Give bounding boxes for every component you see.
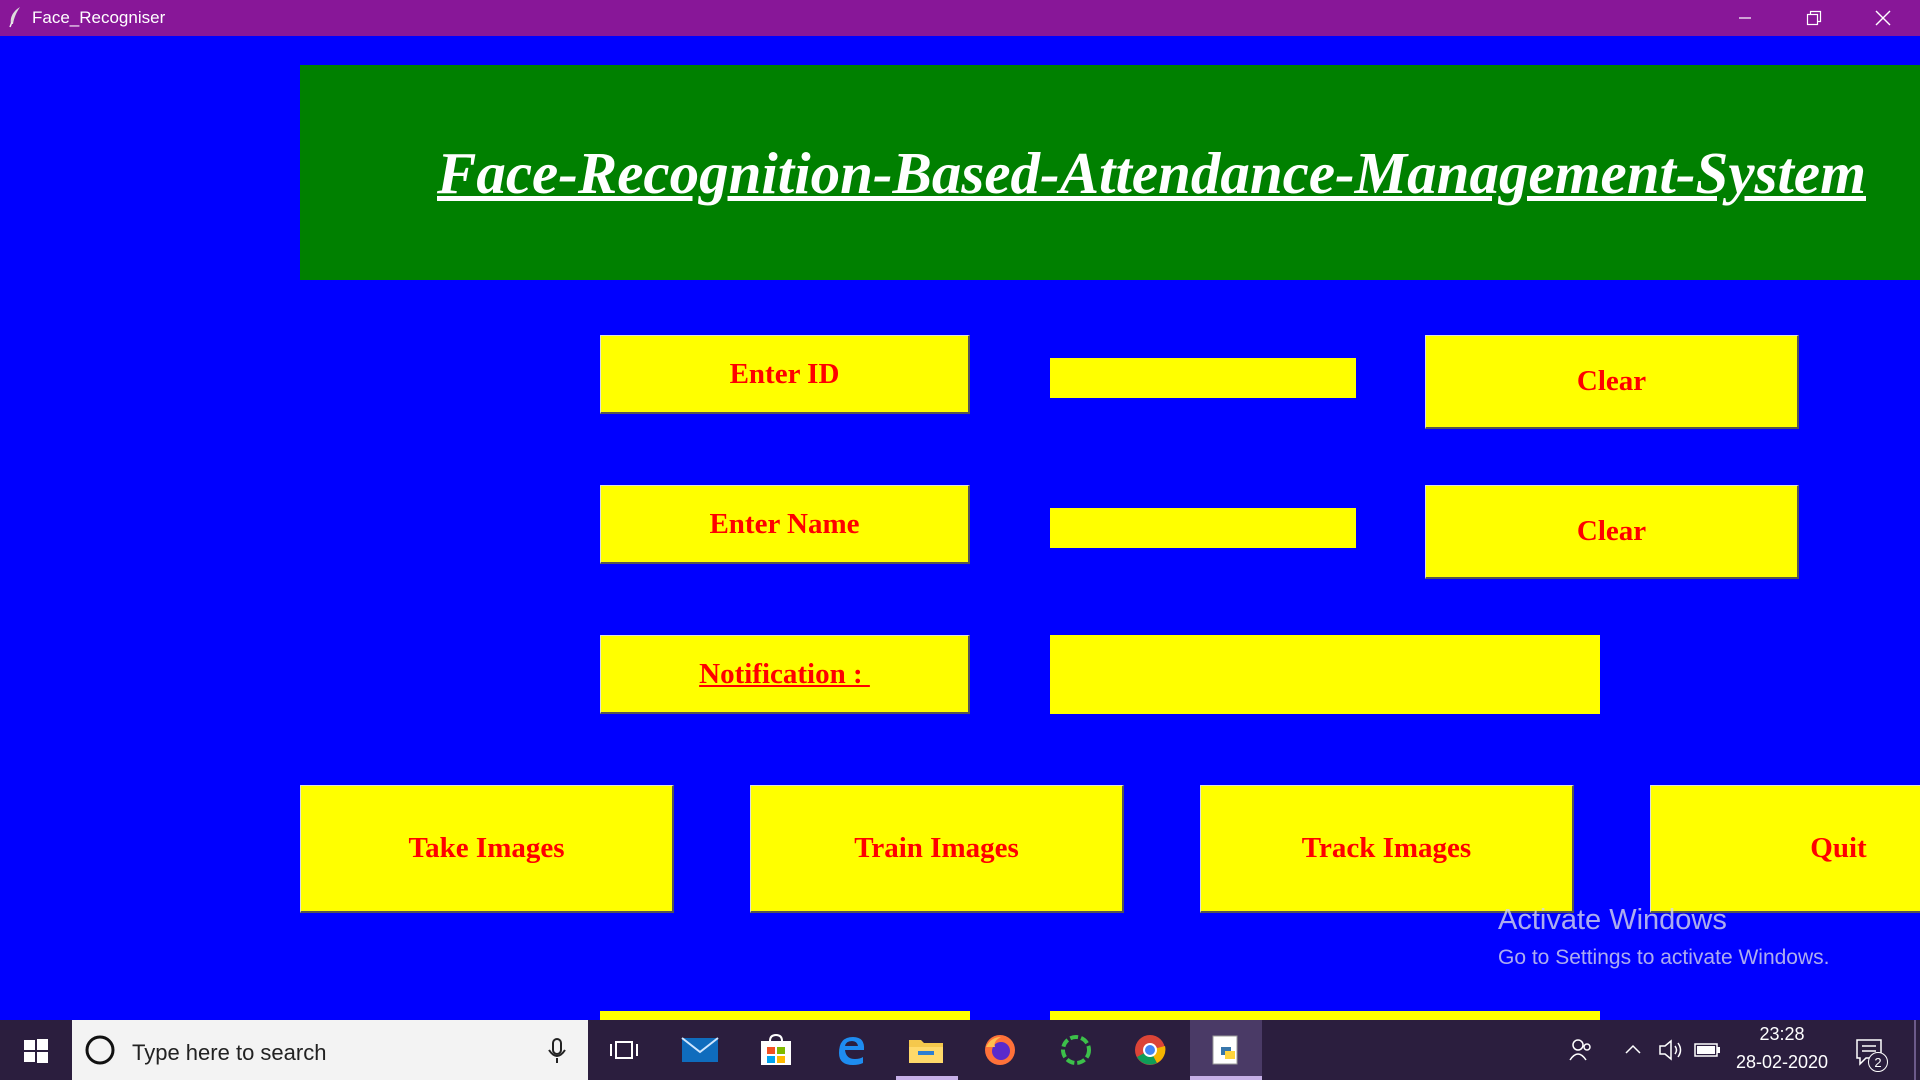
quit-button-label: Quit bbox=[1810, 832, 1867, 864]
cortana-icon[interactable] bbox=[84, 1034, 116, 1066]
store-icon[interactable] bbox=[756, 1030, 796, 1070]
minimize-button[interactable] bbox=[1710, 0, 1779, 36]
python-app-active-indicator bbox=[1190, 1076, 1262, 1080]
start-windows-icon[interactable] bbox=[14, 1033, 58, 1069]
clock-time[interactable]: 23:28 bbox=[1700, 1024, 1864, 1045]
notification-message bbox=[1050, 635, 1600, 714]
people-icon[interactable] bbox=[1568, 1036, 1594, 1064]
mail-icon[interactable] bbox=[680, 1030, 720, 1070]
search-placeholder: Type here to search bbox=[132, 1040, 327, 1065]
quit-button[interactable]: Quit bbox=[1650, 785, 1920, 913]
feather-icon bbox=[6, 6, 24, 28]
clock-date[interactable]: 28-02-2020 bbox=[1700, 1052, 1864, 1073]
chrome-icon[interactable] bbox=[1130, 1030, 1170, 1070]
file-explorer-icon[interactable] bbox=[906, 1030, 946, 1070]
train-images-button[interactable]: Train Images bbox=[750, 785, 1124, 913]
notification-count-badge: 2 bbox=[1868, 1052, 1888, 1072]
activation-watermark-title: Activate Windows bbox=[1498, 904, 1727, 936]
notification-label: Notification : bbox=[600, 635, 970, 714]
enter-id-label: Enter ID bbox=[600, 335, 970, 414]
page-title: Face-Recognition-Based-Attendance-Manage… bbox=[437, 140, 1866, 206]
clear-id-button[interactable]: Clear bbox=[1425, 335, 1799, 429]
activation-watermark-subtitle: Go to Settings to activate Windows. bbox=[1498, 946, 1830, 969]
clear-name-button[interactable]: Clear bbox=[1425, 485, 1799, 579]
microphone-icon[interactable] bbox=[546, 1036, 568, 1066]
id-input[interactable] bbox=[1050, 358, 1356, 398]
attendance-field-partial bbox=[1050, 1011, 1600, 1020]
chevron-up-icon[interactable] bbox=[1624, 1042, 1642, 1056]
restore-button[interactable] bbox=[1779, 0, 1848, 36]
window-titlebar: Face_Recogniser bbox=[0, 0, 1920, 36]
python-app-icon[interactable] bbox=[1206, 1030, 1246, 1070]
name-input[interactable] bbox=[1050, 508, 1356, 548]
close-button[interactable] bbox=[1848, 0, 1917, 36]
take-images-button[interactable]: Take Images bbox=[300, 785, 674, 913]
firefox-icon[interactable] bbox=[980, 1030, 1020, 1070]
file-explorer-active-indicator bbox=[896, 1076, 958, 1080]
edge-icon[interactable] bbox=[830, 1030, 870, 1070]
window-title: Face_Recogniser bbox=[32, 8, 166, 27]
enter-name-label: Enter Name bbox=[600, 485, 970, 564]
loader-app-icon[interactable] bbox=[1056, 1030, 1096, 1070]
task-view-icon[interactable] bbox=[604, 1030, 644, 1070]
volume-icon[interactable] bbox=[1658, 1038, 1684, 1062]
track-images-button[interactable]: Track Images bbox=[1200, 785, 1574, 913]
attendance-label-partial bbox=[600, 1011, 970, 1020]
show-desktop-strip[interactable] bbox=[1914, 1020, 1916, 1080]
